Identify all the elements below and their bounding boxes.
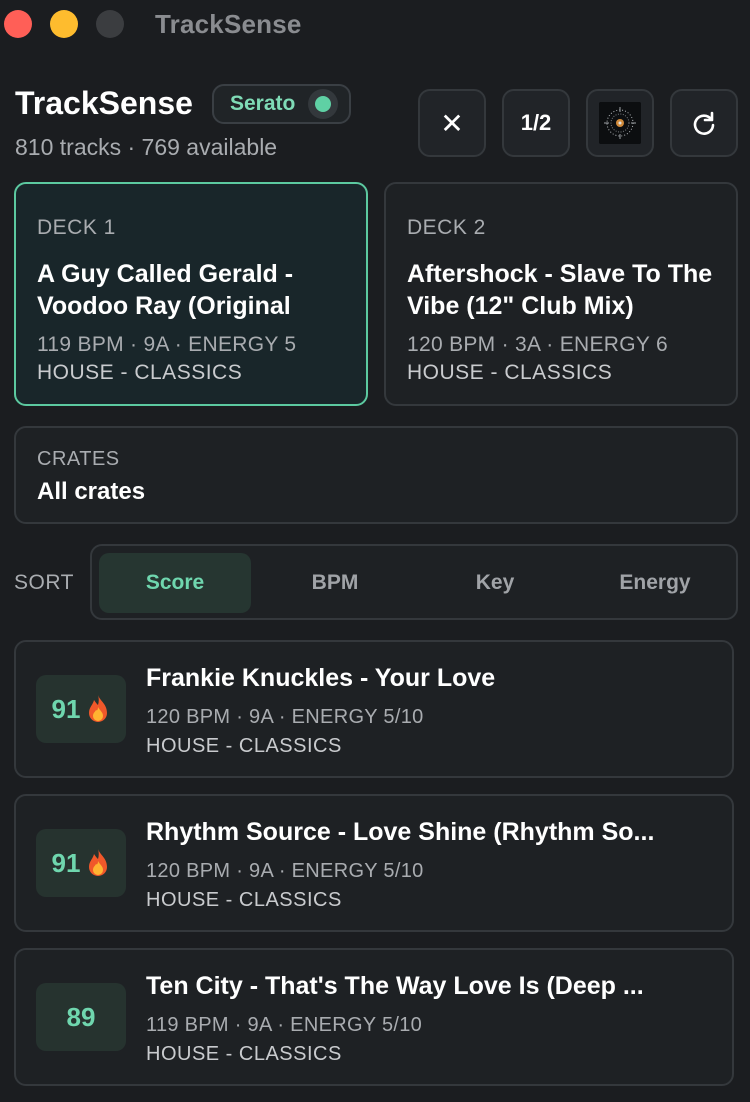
track-title: Rhythm Source - Love Shine (Rhythm So... bbox=[146, 818, 655, 846]
deck-track-genre: HOUSE - CLASSICS bbox=[407, 361, 613, 384]
window-title: TrackSense bbox=[155, 9, 302, 39]
serato-source-badge[interactable]: Serato bbox=[212, 84, 351, 124]
refresh-button[interactable] bbox=[670, 89, 738, 157]
deck-label: DECK 2 bbox=[407, 216, 486, 239]
track-title: Ten City - That's The Way Love Is (Deep … bbox=[146, 972, 644, 1000]
half-view-label: 1/2 bbox=[520, 110, 552, 135]
sort-segmented-control: Score BPM Key Energy bbox=[90, 544, 738, 620]
connection-status-icon bbox=[308, 89, 338, 119]
flame-icon bbox=[89, 849, 108, 876]
score-badge: 91 bbox=[36, 675, 126, 743]
app-title: TrackSense bbox=[15, 85, 193, 121]
deck-track-genre: HOUSE - CLASSICS bbox=[37, 361, 243, 384]
window-minimize-button[interactable] bbox=[50, 10, 78, 38]
crates-selector[interactable]: CRATES All crates bbox=[14, 426, 738, 524]
score-value: 89 bbox=[66, 1001, 96, 1032]
sort-option-key[interactable]: Key bbox=[419, 553, 571, 613]
sort-option-score[interactable]: Score bbox=[99, 553, 251, 613]
track-meta: 119 BPM · 9A · ENERGY 5/10 bbox=[146, 1014, 423, 1036]
score-value: 91 bbox=[51, 847, 81, 878]
score-value: 91 bbox=[51, 693, 81, 724]
artwork-button[interactable] bbox=[586, 89, 654, 157]
score-badge: 91 bbox=[36, 829, 126, 897]
track-genre: HOUSE - CLASSICS bbox=[146, 889, 342, 911]
deck-track-title: Aftershock - Slave To The Vibe (12" Club… bbox=[407, 260, 713, 320]
deck-track-title: A Guy Called Gerald - Voodoo Ray (Origin… bbox=[37, 260, 294, 320]
sort-label: SORT bbox=[14, 571, 74, 594]
serato-label: Serato bbox=[230, 92, 296, 115]
track-row[interactable]: 91 Rhythm Source - Love Shine (Rhythm So… bbox=[14, 794, 734, 932]
track-genre: HOUSE - CLASSICS bbox=[146, 1043, 342, 1065]
window-close-button[interactable] bbox=[4, 10, 32, 38]
refresh-icon bbox=[693, 111, 715, 135]
deck-track-meta: 119 BPM · 9A · ENERGY 5 bbox=[37, 333, 297, 356]
sort-option-energy[interactable]: Energy bbox=[579, 553, 731, 613]
close-icon: ✕ bbox=[440, 107, 464, 139]
album-art-icon bbox=[599, 102, 641, 144]
deck-track-meta: 120 BPM · 3A · ENERGY 6 bbox=[407, 333, 668, 356]
close-button[interactable]: ✕ bbox=[418, 89, 486, 157]
title-bar: TrackSense bbox=[0, 0, 750, 50]
library-stats: 810 tracks · 769 available bbox=[15, 134, 278, 160]
track-genre: HOUSE - CLASSICS bbox=[146, 735, 342, 757]
track-row[interactable]: 91 Frankie Knuckles - Your Love 120 BPM … bbox=[14, 640, 734, 778]
track-meta: 120 BPM · 9A · ENERGY 5/10 bbox=[146, 706, 424, 728]
sort-option-bpm[interactable]: BPM bbox=[259, 553, 411, 613]
crates-value: All crates bbox=[37, 478, 146, 505]
deck-1-card[interactable]: DECK 1 A Guy Called Gerald - Voodoo Ray … bbox=[14, 182, 368, 406]
deck-2-card[interactable]: DECK 2 Aftershock - Slave To The Vibe (1… bbox=[384, 182, 738, 406]
score-badge: 89 bbox=[36, 983, 126, 1051]
deck-label: DECK 1 bbox=[37, 216, 116, 239]
flame-icon bbox=[89, 695, 108, 722]
crates-label: CRATES bbox=[37, 448, 120, 470]
half-view-button[interactable]: 1/2 bbox=[502, 89, 570, 157]
track-meta: 120 BPM · 9A · ENERGY 5/10 bbox=[146, 860, 424, 882]
track-row[interactable]: 89 Ten City - That's The Way Love Is (De… bbox=[14, 948, 734, 1086]
track-title: Frankie Knuckles - Your Love bbox=[146, 664, 496, 692]
window-maximize-button[interactable] bbox=[96, 10, 124, 38]
